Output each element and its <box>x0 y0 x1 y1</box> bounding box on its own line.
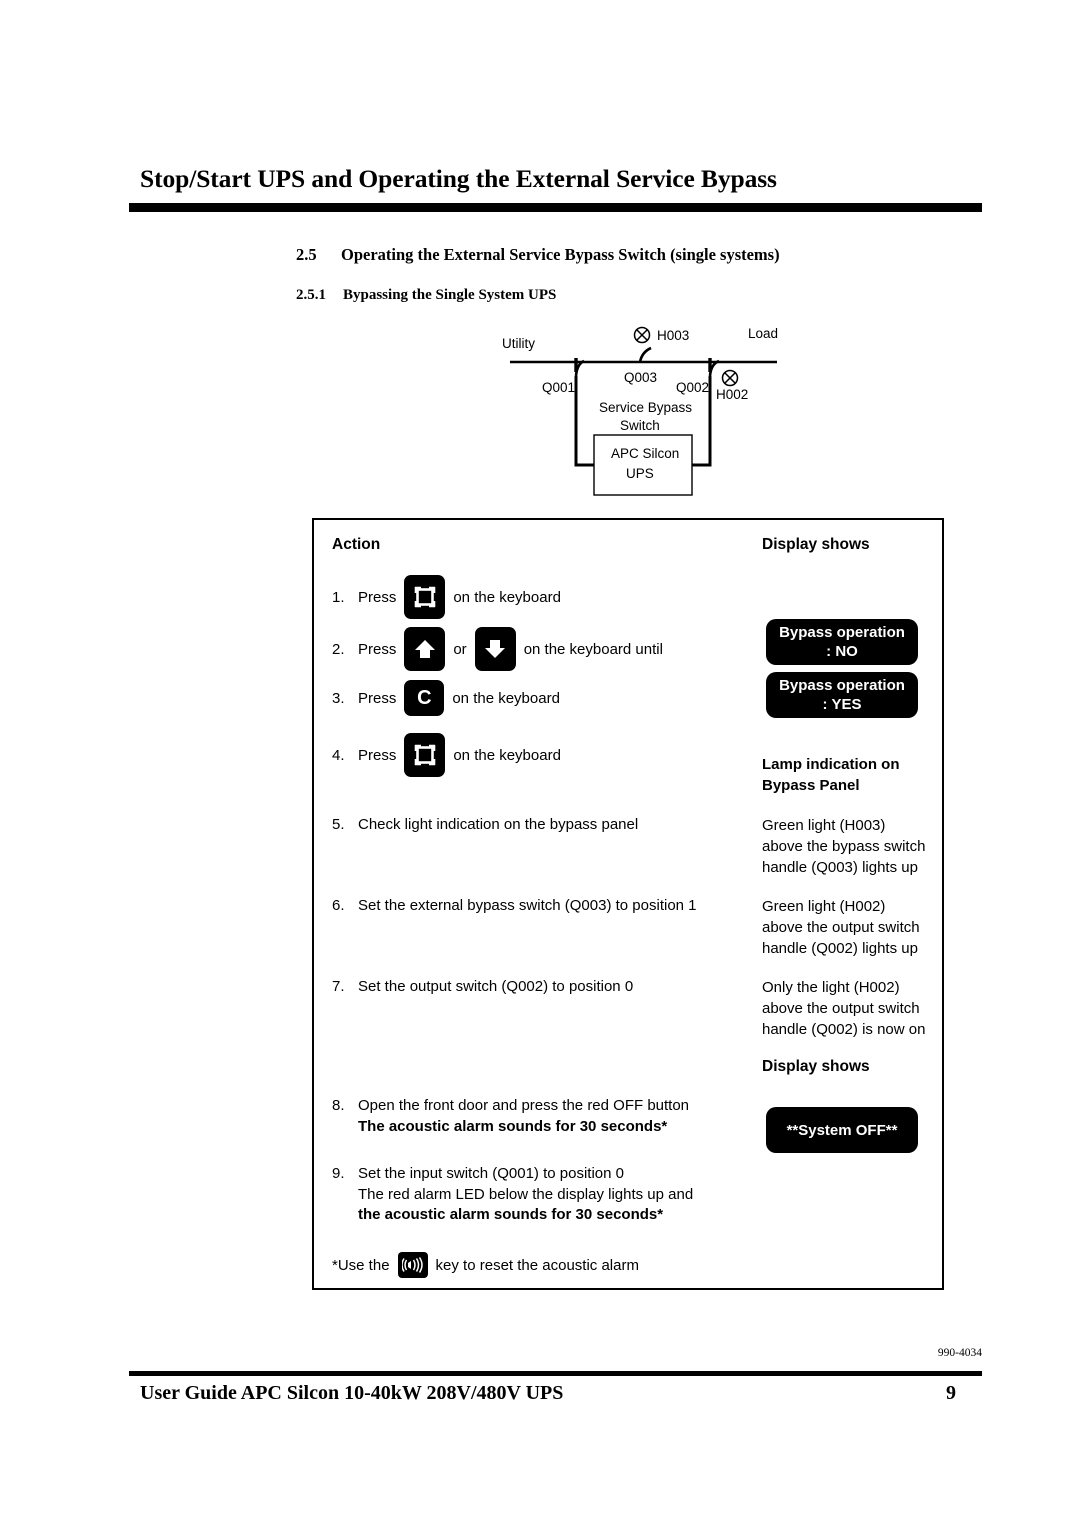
step-text: Open the front door and press the red OF… <box>358 1097 690 1114</box>
footnote-row: *Use the key to reset the acoustic alarm <box>332 1252 639 1278</box>
step-press-label: Press <box>358 588 397 606</box>
document-code: 990-4034 <box>937 1347 982 1359</box>
step-bold-note: the acoustic alarm sounds for 30 seconds… <box>358 1206 664 1223</box>
result-line-3: handle (Q003) lights up <box>762 859 918 876</box>
step-text: Set the input switch (Q001) to position … <box>358 1165 624 1182</box>
column-header-action: Action <box>332 536 381 553</box>
result-block-3: Only the light (H002) above the output s… <box>762 977 925 1040</box>
step-text-line2: The red alarm LED below the display ligh… <box>358 1185 694 1203</box>
result-line-3: handle (Q002) lights up <box>762 940 918 957</box>
step-text: Check light indication on the bypass pan… <box>358 816 639 833</box>
display-line-1: **System OFF** <box>786 1121 898 1139</box>
step-number: 3. <box>332 689 345 707</box>
section-title: Operating the External Service Bypass Sw… <box>341 245 780 264</box>
result-line-3: handle (Q002) is now on <box>762 1021 926 1038</box>
subsection-title: Bypassing the Single System UPS <box>343 287 557 303</box>
menu-key-icon[interactable] <box>404 575 446 619</box>
diagram-label-q001: Q001 <box>542 380 575 395</box>
footnote-after-label: key to reset the acoustic alarm <box>435 1256 639 1274</box>
header-rule <box>129 203 982 212</box>
result-line-1: Green light (H003) <box>762 817 886 834</box>
display-line-2: : NO <box>826 643 858 660</box>
display-line-1: Bypass operation <box>779 624 905 641</box>
diagram-label-h003: H003 <box>657 328 689 343</box>
result-line-1: Green light (H002) <box>762 898 886 915</box>
step-press-label: Press <box>358 689 397 707</box>
step-tail-label: on the keyboard <box>452 689 560 707</box>
column-header-display-shows: Display shows <box>762 536 870 553</box>
column-header-display-shows-2: Display shows <box>762 1058 870 1075</box>
step-row-5: 5. Check light indication on the bypass p… <box>332 815 638 836</box>
display-line-1: Bypass operation <box>779 677 905 694</box>
step-text: Set the external bypass switch (Q003) to… <box>358 897 697 914</box>
step-bold-note: The acoustic alarm sounds for 30 seconds… <box>358 1117 668 1135</box>
step-number: 9. <box>332 1165 345 1182</box>
procedure-table: Action Display shows 1. Press on the key… <box>312 518 944 1290</box>
diagram-label-h002: H002 <box>716 387 748 402</box>
step-press-label: Press <box>358 640 397 658</box>
footer-title: User Guide APC Silcon 10-40kW 208V/480V … <box>140 1382 564 1404</box>
subsection-number: 2.5.1 <box>296 287 326 303</box>
lamp-indication-header: Lamp indication on Bypass Panel <box>762 754 900 796</box>
step-tail-label: on the keyboard <box>453 588 561 606</box>
step-row-1: 1. Press on the keyboard <box>332 575 561 619</box>
result-block-1: Green light (H003) above the bypass swit… <box>762 815 925 878</box>
result-line-2: above the output switch <box>762 919 920 936</box>
diagram-label-ups-1: APC Silcon <box>611 446 679 461</box>
page-number: 9 <box>946 1382 956 1404</box>
diagram-label-service-bypass-1: Service Bypass <box>599 400 692 415</box>
section-number: 2.5 <box>296 245 317 264</box>
step-number: 2. <box>332 640 345 658</box>
step-row-6: 6. Set the external bypass switch (Q003) … <box>332 896 697 917</box>
result-line-1: Only the light (H002) <box>762 979 900 996</box>
menu-key-icon[interactable] <box>404 733 446 777</box>
display-box-system-off: **System OFF** <box>766 1107 918 1153</box>
display-box-bypass-yes: Bypass operation : YES <box>766 672 918 718</box>
arrow-down-key-icon[interactable] <box>474 627 516 671</box>
step-number: 6. <box>332 897 345 914</box>
result-line-2: above the output switch <box>762 1000 920 1017</box>
step-text: Set the output switch (Q002) to position… <box>358 978 634 995</box>
step-number: 8. <box>332 1097 345 1114</box>
step-tail-label: on the keyboard until <box>523 640 663 658</box>
step-row-8: 8. Open the front door and press the red … <box>332 1096 689 1137</box>
display-box-bypass-no: Bypass operation : NO <box>766 619 918 665</box>
step-number: 5. <box>332 816 345 833</box>
step-row-7: 7. Set the output switch (Q002) to positi… <box>332 977 633 998</box>
step-press-label: Press <box>358 746 397 764</box>
c-key-icon[interactable]: C <box>404 680 445 716</box>
step-number: 7. <box>332 978 345 995</box>
step-row-3: 3. Press C on the keyboard <box>332 680 560 716</box>
step-or-label: or <box>453 640 467 658</box>
arrow-up-key-icon[interactable] <box>404 627 446 671</box>
alarm-reset-key-icon[interactable] <box>397 1252 428 1278</box>
display-line-2: : YES <box>822 696 862 713</box>
step-row-2: 2. Press or on the keyboard until <box>332 627 663 671</box>
diagram-label-ups-2: UPS <box>626 466 654 481</box>
step-row-4: 4. Press on the keyboard <box>332 733 561 777</box>
step-number: 4. <box>332 746 345 764</box>
step-tail-label: on the keyboard <box>453 746 561 764</box>
footnote-before-label: *Use the <box>332 1256 390 1274</box>
diagram-label-q002: Q002 <box>676 380 709 395</box>
page-title: Stop/Start UPS and Operating the Externa… <box>140 164 777 193</box>
diagram-label-utility: Utility <box>502 336 535 351</box>
diagram-label-load: Load <box>748 326 778 341</box>
bypass-circuit-diagram: Utility Load H003 H002 Q001 Q002 Q003 Se… <box>480 320 810 510</box>
step-number: 1. <box>332 588 345 606</box>
footer-rule <box>129 1371 982 1376</box>
lamp-header-line-2: Bypass Panel <box>762 777 860 794</box>
result-line-2: above the bypass switch <box>762 838 926 855</box>
step-row-9: 9. Set the input switch (Q001) to positio… <box>332 1164 693 1226</box>
diagram-label-q003: Q003 <box>624 370 657 385</box>
result-block-2: Green light (H002) above the output swit… <box>762 896 920 959</box>
diagram-label-service-bypass-2: Switch <box>620 418 660 433</box>
lamp-header-line-1: Lamp indication on <box>762 756 900 773</box>
